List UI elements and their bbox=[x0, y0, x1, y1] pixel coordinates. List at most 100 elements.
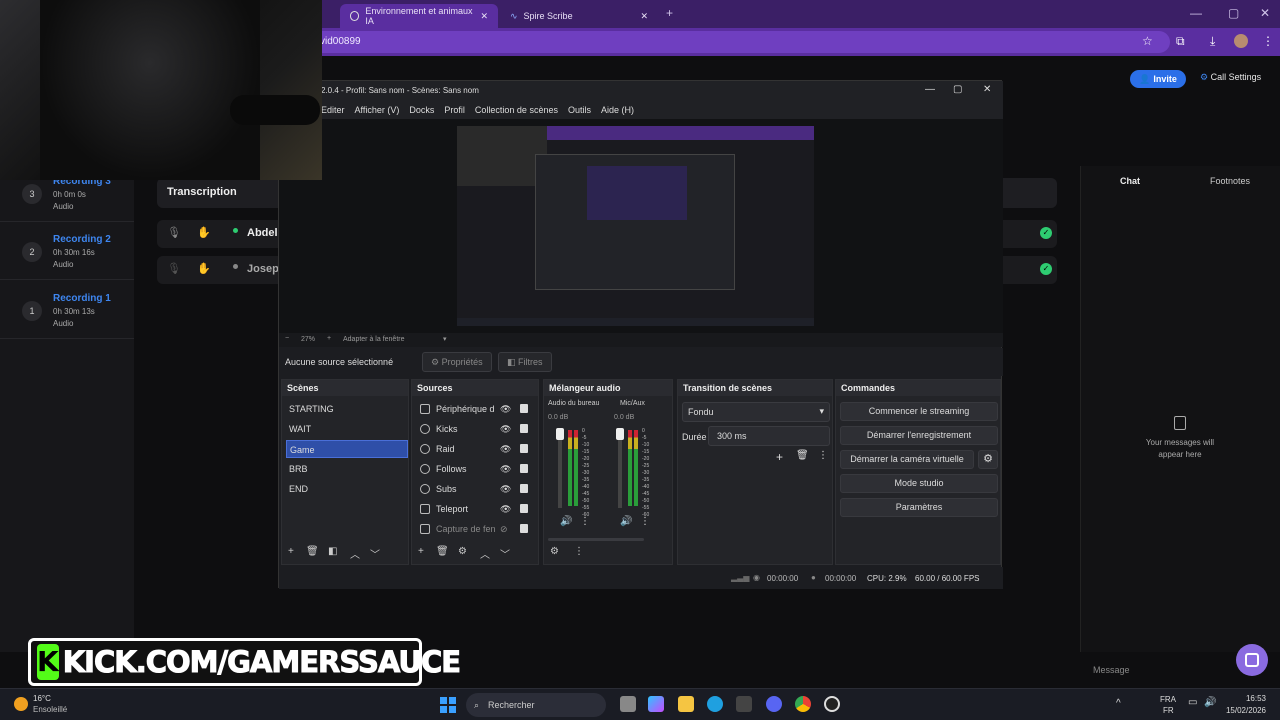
close-window-icon[interactable]: ✕ bbox=[1260, 6, 1270, 20]
source-item-hidden[interactable]: Capture de fen ⊘ bbox=[416, 520, 536, 538]
copilot-icon[interactable] bbox=[648, 696, 664, 712]
store-icon[interactable] bbox=[736, 696, 752, 712]
scene-item-selected[interactable]: Game bbox=[286, 440, 408, 458]
transition-select[interactable]: Fondu ▾ bbox=[682, 402, 830, 422]
source-item[interactable]: Raid 👁 bbox=[416, 440, 536, 458]
recording-item-2[interactable]: 2 Recording 2 0h 30m 16s Audio bbox=[0, 224, 134, 280]
star-icon[interactable]: ☆ bbox=[1142, 34, 1153, 48]
message-input[interactable]: Message bbox=[1093, 665, 1130, 675]
filters-button[interactable]: ◧ Filtres bbox=[498, 352, 552, 372]
menu-scene-collection[interactable]: Collection de scènes bbox=[475, 105, 558, 119]
lock-icon[interactable] bbox=[520, 504, 528, 513]
volume-fader[interactable] bbox=[556, 428, 564, 508]
more-dots-icon[interactable]: ⋮ bbox=[818, 450, 828, 461]
eye-icon[interactable]: 👁 bbox=[500, 424, 511, 435]
maximize-icon[interactable]: ▢ bbox=[1228, 6, 1239, 20]
lock-icon[interactable] bbox=[520, 484, 528, 493]
trash-icon[interactable]: 🗑 bbox=[796, 450, 809, 461]
filter-icon[interactable]: ◧ bbox=[328, 546, 337, 557]
browser-tab-spire-scribe[interactable]: ∿ Spire Scribe ✕ bbox=[500, 4, 658, 28]
chrome-icon[interactable] bbox=[795, 696, 811, 712]
mic-icon[interactable]: 🎙 bbox=[167, 262, 181, 275]
chevron-down-icon[interactable]: ﹀ bbox=[370, 546, 380, 561]
volume-fader[interactable] bbox=[616, 428, 624, 508]
minimize-icon[interactable]: — bbox=[1190, 6, 1202, 20]
scene-item[interactable]: STARTING bbox=[286, 400, 408, 418]
clock-time[interactable]: 16:53 bbox=[1226, 694, 1266, 703]
maximize-icon[interactable]: ▢ bbox=[953, 84, 962, 95]
lock-icon[interactable] bbox=[520, 424, 528, 433]
fader-handle[interactable] bbox=[556, 428, 564, 440]
scene-item[interactable]: WAIT bbox=[286, 420, 408, 438]
menu-view[interactable]: Afficher (V) bbox=[355, 105, 400, 119]
obs-preview[interactable] bbox=[279, 119, 1003, 333]
add-icon[interactable]: + bbox=[418, 546, 424, 557]
windows-start-icon[interactable] bbox=[440, 697, 456, 713]
taskbar-search[interactable]: ⌕ Rechercher bbox=[466, 693, 606, 717]
zoom-out-icon[interactable]: − bbox=[285, 335, 289, 342]
call-settings-button[interactable]: ⚙ Call Settings bbox=[1200, 72, 1261, 83]
fader-handle[interactable] bbox=[616, 428, 624, 440]
source-item[interactable]: Follows 👁 bbox=[416, 460, 536, 478]
lock-icon[interactable] bbox=[520, 524, 528, 533]
volume-icon[interactable]: 🔊 bbox=[1204, 697, 1216, 708]
task-view-icon[interactable] bbox=[620, 696, 636, 712]
studio-mode-button[interactable]: Mode studio bbox=[840, 474, 998, 493]
browser-tab-environnement[interactable]: Environnement et animaux IA ✕ bbox=[340, 4, 498, 28]
network-icon[interactable]: ▭ bbox=[1188, 697, 1197, 708]
invite-button[interactable]: 👤 Invite bbox=[1130, 70, 1186, 88]
profile-avatar[interactable] bbox=[1234, 34, 1248, 48]
chevron-up-icon[interactable]: ︿ bbox=[480, 546, 490, 561]
recording-item-1[interactable]: 1 Recording 1 0h 30m 13s Audio bbox=[0, 283, 134, 339]
add-icon[interactable]: + bbox=[288, 546, 294, 557]
discord-icon[interactable] bbox=[766, 696, 782, 712]
close-icon[interactable]: ✕ bbox=[640, 11, 648, 22]
menu-tools[interactable]: Outils bbox=[568, 105, 591, 119]
lock-icon[interactable] bbox=[520, 404, 528, 413]
tab-chat[interactable]: Chat bbox=[1120, 176, 1140, 186]
lock-icon[interactable] bbox=[520, 444, 528, 453]
more-dots-icon[interactable]: ⋮ bbox=[640, 516, 650, 527]
weather-temp[interactable]: 16°C bbox=[33, 694, 51, 703]
file-explorer-icon[interactable] bbox=[678, 696, 694, 712]
chevron-down-icon[interactable]: ﹀ bbox=[500, 546, 510, 561]
menu-dots-icon[interactable]: ⋮ bbox=[1262, 34, 1274, 48]
eye-off-icon[interactable]: ⊘ bbox=[500, 524, 508, 535]
speaker-icon[interactable]: 🔊 bbox=[620, 516, 632, 527]
source-item[interactable]: Périphérique d 👁 bbox=[416, 400, 536, 418]
gear-icon[interactable]: ⚙ bbox=[978, 450, 998, 469]
trash-icon[interactable]: 🗑 bbox=[436, 546, 449, 557]
scene-item[interactable]: END bbox=[286, 480, 408, 498]
fit-window-label[interactable]: Adapter à la fenêtre bbox=[343, 336, 405, 343]
close-icon[interactable]: ✕ bbox=[983, 84, 991, 95]
trash-icon[interactable]: 🗑 bbox=[306, 546, 319, 557]
start-recording-button[interactable]: Démarrer l'enregistrement bbox=[840, 426, 998, 445]
menu-help[interactable]: Aide (H) bbox=[601, 105, 634, 119]
url-field[interactable]: vid00899 bbox=[310, 31, 1170, 53]
tab-footnotes[interactable]: Footnotes bbox=[1210, 176, 1250, 186]
source-item[interactable]: Subs 👁 bbox=[416, 480, 536, 498]
scene-item[interactable]: BRB bbox=[286, 460, 408, 478]
lock-icon[interactable] bbox=[520, 464, 528, 473]
edge-icon[interactable] bbox=[707, 696, 723, 712]
hand-icon[interactable]: ✋ bbox=[197, 226, 211, 239]
mixer-scrollbar[interactable] bbox=[548, 538, 644, 541]
source-item[interactable]: Kicks 👁 bbox=[416, 420, 536, 438]
mic-off-icon[interactable]: 🎙 bbox=[167, 226, 181, 239]
settings-button[interactable]: Paramètres bbox=[840, 498, 998, 517]
gear-icon[interactable]: ⚙ bbox=[550, 546, 559, 557]
start-virtual-camera-button[interactable]: Démarrer la caméra virtuelle bbox=[840, 450, 974, 469]
new-tab-icon[interactable]: + bbox=[666, 6, 673, 20]
speaker-icon[interactable]: 🔊 bbox=[560, 516, 572, 527]
download-icon[interactable]: ⤓ bbox=[1210, 34, 1215, 49]
duration-stepper[interactable]: 300 ms bbox=[708, 426, 830, 446]
source-item[interactable]: Teleport 👁 bbox=[416, 500, 536, 518]
obs-icon[interactable] bbox=[824, 696, 840, 712]
menu-edit[interactable]: Editer bbox=[321, 105, 345, 119]
eye-icon[interactable]: 👁 bbox=[500, 504, 511, 515]
minimize-icon[interactable]: — bbox=[925, 84, 935, 95]
close-icon[interactable]: ✕ bbox=[480, 11, 488, 22]
menu-docks[interactable]: Docks bbox=[409, 105, 434, 119]
menu-profile[interactable]: Profil bbox=[444, 105, 465, 119]
eye-icon[interactable]: 👁 bbox=[500, 484, 511, 495]
